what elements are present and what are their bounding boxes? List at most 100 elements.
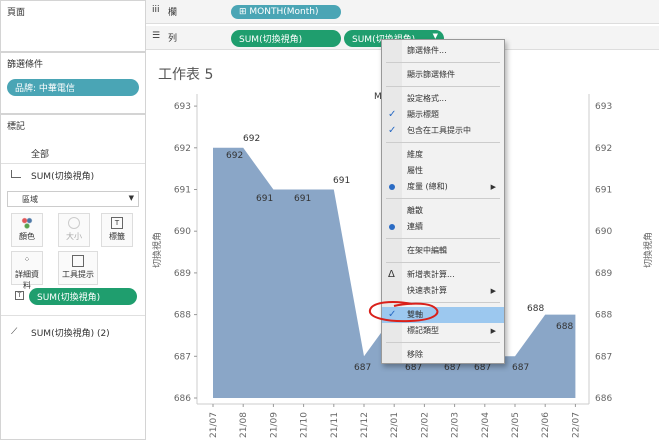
- delta-icon: Δ: [388, 269, 395, 280]
- size-card-label: 大小: [66, 232, 82, 241]
- data-label: 687: [512, 363, 529, 373]
- menu-item-label: 維度: [407, 150, 423, 159]
- menu-item-1[interactable]: 顯示篩選條件: [382, 67, 504, 83]
- filter-pill[interactable]: 品牌: 中華電信: [7, 79, 139, 96]
- label-pill-icon: T: [15, 291, 24, 300]
- menu-item-4[interactable]: ✓ 包含在工具提示中: [382, 123, 504, 139]
- line-mark-icon: ⟋: [11, 327, 18, 337]
- x-tick-label: 21/09: [269, 412, 279, 438]
- menu-separator: [386, 62, 500, 63]
- menu-item-label: 包含在工具提示中: [407, 126, 471, 135]
- rows-icon: ☰: [152, 31, 161, 41]
- y-tick-label-right: 691: [595, 186, 612, 196]
- y-tick-label-right: 688: [595, 311, 612, 321]
- filters-panel: 篩選條件 品牌: 中華電信: [0, 52, 146, 114]
- y-axis-title-right: 切換視角: [642, 232, 654, 268]
- data-label: 687: [474, 363, 491, 373]
- columns-shelf: iii 欄 ⊞ MONTH(Month): [146, 0, 659, 24]
- label-card[interactable]: T 標籤: [101, 213, 133, 247]
- x-tick-label: 22/06: [541, 412, 551, 438]
- menu-item-label: 屬性: [407, 166, 423, 175]
- checkmark-icon: ✓: [388, 309, 397, 320]
- menu-item-0[interactable]: 篩選條件...: [382, 43, 504, 59]
- menu-item-15[interactable]: 移除: [382, 347, 504, 363]
- color-card[interactable]: 顏色: [11, 213, 43, 247]
- submenu-arrow-icon: ▶: [490, 287, 496, 295]
- data-label: 691: [256, 194, 273, 204]
- menu-item-label: 快速表計算: [407, 286, 447, 295]
- menu-item-2[interactable]: 設定格式...: [382, 91, 504, 107]
- label-card-label: 標籤: [109, 232, 125, 241]
- menu-separator: [386, 262, 500, 263]
- mark-type-select[interactable]: 區域 ▼: [7, 191, 139, 207]
- tooltip-card[interactable]: 工具提示: [58, 251, 98, 285]
- data-label: 687: [405, 363, 422, 373]
- checkmark-icon: ✓: [388, 109, 397, 120]
- menu-item-14[interactable]: 標記類型 ▶: [382, 323, 504, 339]
- color-card-label: 顏色: [19, 232, 35, 241]
- x-tick-label: 22/01: [390, 412, 400, 438]
- x-tick-label: 21/12: [360, 412, 370, 438]
- y-tick-label-right: 690: [595, 227, 612, 237]
- color-dots-icon: [21, 217, 33, 229]
- menu-item-label: 顯示篩選條件: [407, 70, 455, 79]
- menu-item-7[interactable]: 度量 (總和) ▶: [382, 179, 504, 195]
- y-axis-title: 切換視角: [151, 232, 163, 268]
- menu-item-13[interactable]: ✓ 雙軸: [382, 307, 504, 323]
- menu-item-label: 在架中編輯: [407, 246, 447, 255]
- marks-measure-tab[interactable]: SUM(切換視角): [31, 169, 94, 182]
- pages-panel: 頁面: [0, 0, 146, 52]
- tooltip-card-label: 工具提示: [62, 270, 94, 279]
- marks-all-tab[interactable]: 全部: [31, 147, 49, 160]
- menu-item-11[interactable]: Δ 新增表計算...: [382, 267, 504, 283]
- filters-title: 篩選條件: [7, 60, 44, 70]
- marks-panel: 標記 全部 SUM(切換視角) 區域 ▼ 顏色 大小 T 標籤 ⁘ 詳細資料 工…: [0, 114, 146, 440]
- data-label: 687: [354, 363, 371, 373]
- y-tick-label-right: 686: [595, 394, 612, 404]
- detail-icon: ⁘: [23, 255, 31, 264]
- y-tick-label-right: 692: [595, 144, 612, 154]
- menu-item-3[interactable]: ✓ 顯示標題: [382, 107, 504, 123]
- second-marks-tab[interactable]: SUM(切換視角) (2): [31, 326, 110, 339]
- y-tick-label: 691: [174, 186, 191, 196]
- columns-pill[interactable]: ⊞ MONTH(Month): [231, 5, 341, 19]
- menu-item-5[interactable]: 維度: [382, 147, 504, 163]
- menu-item-label: 離散: [407, 206, 423, 215]
- y-tick-label-right: 687: [595, 352, 612, 362]
- y-tick-label: 688: [174, 311, 191, 321]
- rows-pill-1[interactable]: SUM(切換視角): [231, 30, 341, 47]
- menu-separator: [386, 198, 500, 199]
- data-label: 691: [333, 176, 350, 186]
- y-tick-label: 686: [174, 394, 191, 404]
- x-tick-label: 22/04: [481, 412, 491, 438]
- menu-item-label: 篩選條件...: [407, 46, 447, 55]
- menu-separator: [386, 238, 500, 239]
- columns-label: 欄: [168, 8, 178, 18]
- mark-type-label: 區域: [22, 195, 38, 204]
- data-label: 691: [294, 194, 311, 204]
- label-icon: T: [111, 217, 123, 229]
- menu-item-12[interactable]: 快速表計算 ▶: [382, 283, 504, 299]
- x-tick-label: 22/07: [571, 412, 581, 438]
- data-label: 688: [527, 304, 544, 314]
- data-label: 687: [444, 363, 461, 373]
- y-tick-label: 693: [174, 102, 191, 112]
- menu-item-10[interactable]: 在架中編輯: [382, 243, 504, 259]
- x-tick-label: 21/11: [330, 412, 340, 438]
- submenu-arrow-icon: ▶: [490, 183, 496, 191]
- data-label: 692: [243, 134, 260, 144]
- menu-item-8[interactable]: 離散: [382, 203, 504, 219]
- tooltip-icon: [72, 255, 84, 267]
- size-card[interactable]: 大小: [58, 213, 90, 247]
- menu-item-label: 新增表計算...: [407, 270, 455, 279]
- y-tick-label-right: 689: [595, 269, 612, 279]
- y-tick-label: 692: [174, 144, 191, 154]
- menu-item-9[interactable]: 連續: [382, 219, 504, 235]
- x-tick-label: 21/10: [300, 412, 310, 438]
- marks-label-pill[interactable]: SUM(切換視角): [29, 288, 137, 305]
- y-tick-label: 689: [174, 269, 191, 279]
- menu-item-label: 度量 (總和): [407, 182, 448, 191]
- detail-card[interactable]: ⁘ 詳細資料: [11, 251, 43, 290]
- menu-item-6[interactable]: 屬性: [382, 163, 504, 179]
- size-icon: [68, 217, 80, 229]
